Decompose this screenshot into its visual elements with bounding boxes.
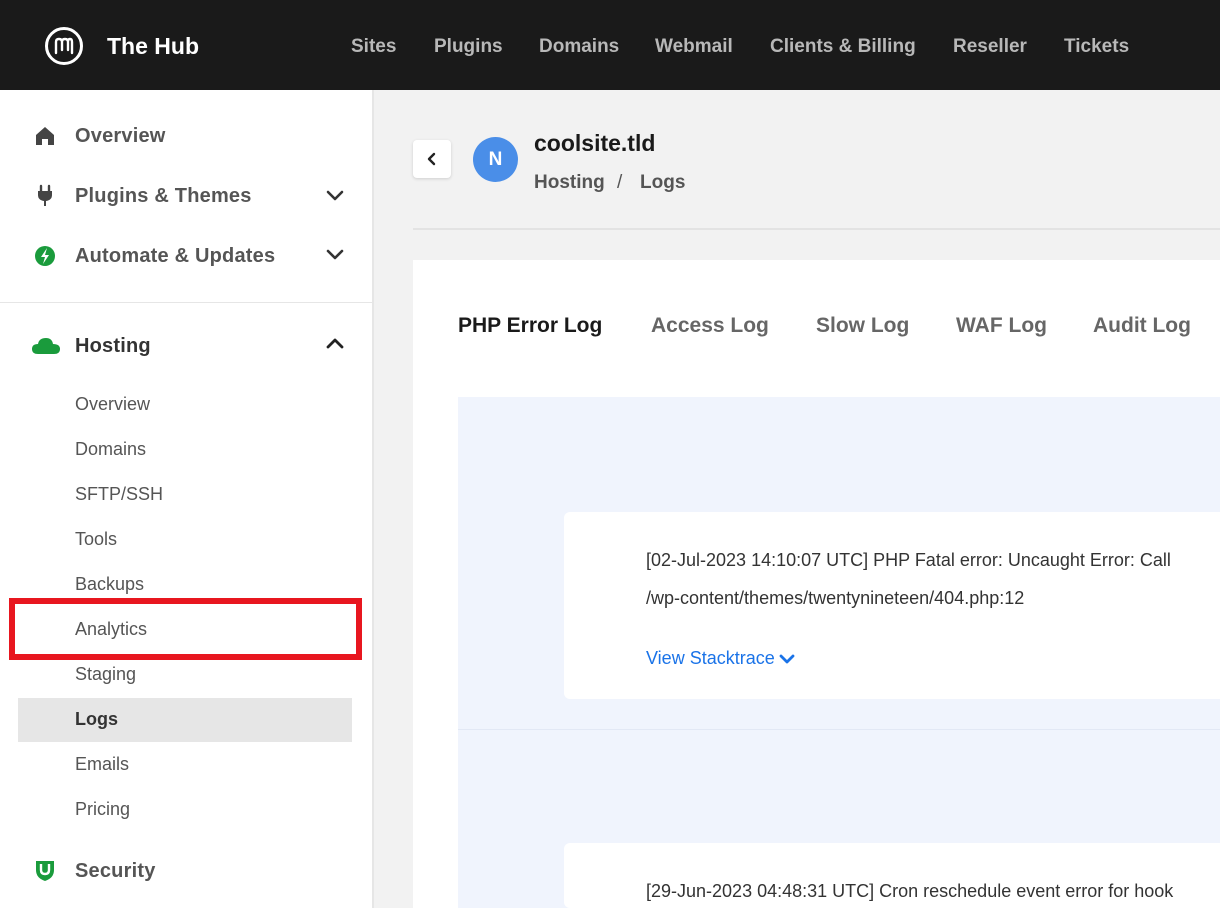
sidebar-sub-logs[interactable]: Logs xyxy=(75,709,118,730)
home-icon xyxy=(36,127,54,145)
page-title: coolsite.tld xyxy=(534,130,656,156)
breadcrumb-hosting[interactable]: Hosting xyxy=(534,172,605,194)
sidebar-sub-sftp-ssh[interactable]: SFTP/SSH xyxy=(75,484,163,505)
plug-icon xyxy=(38,184,52,206)
sidebar-sub-pricing[interactable]: Pricing xyxy=(75,799,130,820)
log-entry-message: [02-Jul-2023 14:10:07 UTC] PHP Fatal err… xyxy=(646,550,1171,570)
nav-reseller[interactable]: Reseller xyxy=(953,36,1027,58)
tab-access-log[interactable]: Access Log xyxy=(651,314,769,338)
active-item-background xyxy=(18,698,352,742)
nav-tickets[interactable]: Tickets xyxy=(1064,36,1129,58)
breadcrumb-separator: / xyxy=(617,172,623,193)
log-separator xyxy=(458,729,1220,730)
view-stacktrace-link[interactable]: View Stacktrace xyxy=(646,648,795,669)
chevron-down-icon[interactable] xyxy=(325,244,345,264)
sidebar-sub-domains[interactable]: Domains xyxy=(75,439,146,460)
sidebar-item-security[interactable]: Security xyxy=(75,860,156,883)
sidebar-item-hosting[interactable]: Hosting xyxy=(75,335,151,358)
tab-slow-log[interactable]: Slow Log xyxy=(816,314,909,338)
sidebar-divider xyxy=(0,302,372,303)
shield-icon xyxy=(36,861,54,881)
cloud-icon xyxy=(32,338,60,354)
nav-clients-billing[interactable]: Clients & Billing xyxy=(770,36,916,58)
sidebar-item-plugins-themes[interactable]: Plugins & Themes xyxy=(75,185,252,208)
chevron-left-icon xyxy=(427,152,436,166)
view-stacktrace-label: View Stacktrace xyxy=(646,648,775,668)
nav-webmail[interactable]: Webmail xyxy=(655,36,733,58)
nav-domains[interactable]: Domains xyxy=(539,36,619,58)
tab-php-error-log[interactable]: PHP Error Log xyxy=(458,314,602,338)
sidebar-sub-emails[interactable]: Emails xyxy=(75,754,129,775)
log-list: [02-Jul-2023 14:10:07 UTC] PHP Fatal err… xyxy=(458,397,1220,908)
automate-icon xyxy=(35,246,55,266)
log-entry: [29-Jun-2023 04:48:31 UTC] Cron reschedu… xyxy=(564,843,1220,908)
nav-sites[interactable]: Sites xyxy=(351,36,396,58)
sidebar-sub-backups[interactable]: Backups xyxy=(75,574,144,595)
nav-plugins[interactable]: Plugins xyxy=(434,36,503,58)
log-entry-path: /wp-content/themes/twentynineteen/404.ph… xyxy=(646,588,1025,608)
chevron-down-icon[interactable] xyxy=(325,185,345,205)
sidebar-sub-tools[interactable]: Tools xyxy=(75,529,117,550)
tab-waf-log[interactable]: WAF Log xyxy=(956,314,1047,338)
sidebar-sub-overview[interactable]: Overview xyxy=(75,394,150,415)
sidebar-item-overview[interactable]: Overview xyxy=(75,125,166,148)
back-button[interactable] xyxy=(413,140,451,178)
header-divider xyxy=(413,228,1220,230)
avatar: N xyxy=(473,137,518,182)
log-entry-message: [29-Jun-2023 04:48:31 UTC] Cron reschedu… xyxy=(646,881,1174,901)
sidebar-item-automate-updates[interactable]: Automate & Updates xyxy=(75,245,275,268)
chevron-down-icon xyxy=(779,654,795,664)
sidebar-sub-staging[interactable]: Staging xyxy=(75,664,136,685)
hub-logo-icon[interactable] xyxy=(45,27,83,65)
brand-title[interactable]: The Hub xyxy=(107,33,199,60)
tab-audit-log[interactable]: Audit Log xyxy=(1093,314,1191,338)
top-navbar: The Hub Sites Plugins Domains Webmail Cl… xyxy=(0,0,1220,90)
highlight-box xyxy=(9,598,362,660)
log-entry: [02-Jul-2023 14:10:07 UTC] PHP Fatal err… xyxy=(564,512,1220,699)
chevron-up-icon[interactable] xyxy=(325,334,345,354)
logs-card: PHP Error Log Access Log Slow Log WAF Lo… xyxy=(413,260,1220,908)
breadcrumb-logs: Logs xyxy=(640,172,686,193)
sidebar: Overview Plugins & Themes Automate & Upd… xyxy=(0,90,374,908)
